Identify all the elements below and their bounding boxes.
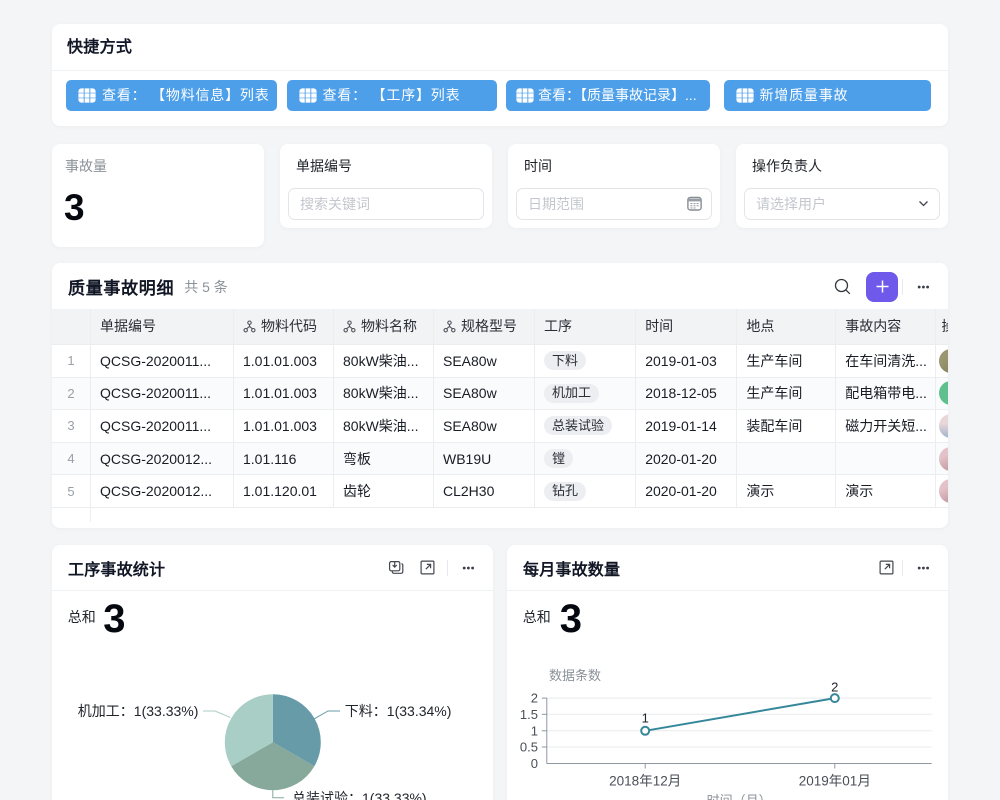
- svg-text:2018年12月: 2018年12月: [609, 774, 681, 789]
- svg-text:机加工：1(33.33%): 机加工：1(33.33%): [78, 703, 199, 719]
- svg-text:0: 0: [531, 756, 538, 771]
- svg-text:2: 2: [531, 691, 538, 706]
- svg-text:1: 1: [531, 723, 538, 738]
- svg-text:时间（月）: 时间（月）: [707, 793, 772, 800]
- svg-text:0.5: 0.5: [520, 740, 538, 755]
- svg-text:2019年01月: 2019年01月: [799, 774, 871, 789]
- svg-text:1.5: 1.5: [520, 707, 538, 722]
- svg-text:2: 2: [831, 680, 838, 695]
- svg-text:1: 1: [642, 711, 649, 726]
- svg-text:数据条数: 数据条数: [549, 668, 601, 683]
- svg-text:总装试验：1(33.33%): 总装试验：1(33.33%): [292, 790, 427, 800]
- svg-text:下料：1(33.34%): 下料：1(33.34%): [345, 703, 452, 719]
